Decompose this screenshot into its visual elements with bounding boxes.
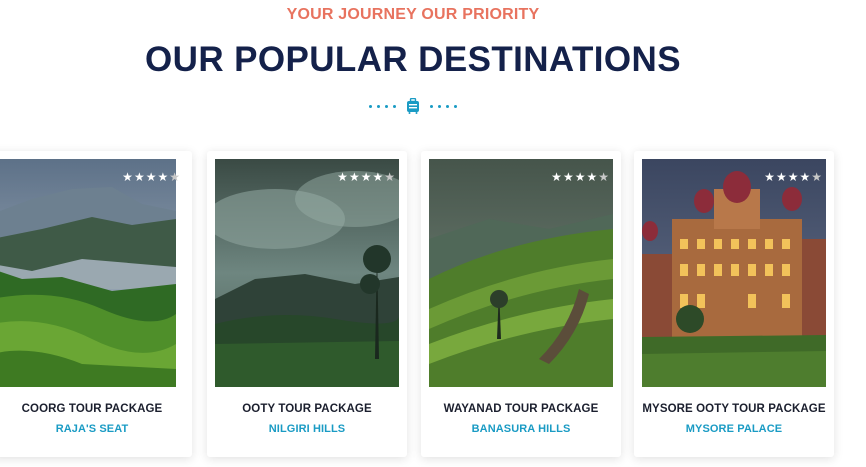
star-empty-icon: ★ [598, 170, 609, 184]
destination-card-wayanad[interactable]: ★ ★ ★ ★ ★ WAYANAD TOUR PACKAGE BANASURA HILL… [421, 151, 621, 457]
star-icon: ★ [372, 170, 384, 184]
star-icon: ★ [145, 170, 157, 184]
destination-photo [642, 159, 826, 387]
destination-card-mysore[interactable]: ★ ★ ★ ★ ★ MYSORE OOTY TOUR PACKAGE MYSORE PA… [634, 151, 834, 457]
star-icon: ★ [764, 170, 775, 184]
star-icon: ★ [122, 170, 133, 184]
rating-stars: ★ ★ ★ ★ ★ [337, 171, 395, 183]
package-name[interactable]: COORG TOUR PACKAGE [0, 403, 192, 415]
star-icon: ★ [157, 170, 169, 184]
title-divider [0, 98, 826, 114]
star-icon: ★ [551, 170, 562, 184]
star-icon: ★ [799, 170, 811, 184]
star-icon: ★ [574, 170, 586, 184]
section-title: OUR POPULAR DESTINATIONS [145, 40, 681, 79]
rating-stars: ★ ★ ★ ★ ★ [551, 171, 609, 183]
divider-dots-right [430, 104, 457, 108]
place-name[interactable]: BANASURA HILLS [421, 423, 621, 435]
star-icon: ★ [586, 170, 598, 184]
star-empty-icon: ★ [811, 170, 822, 184]
star-icon: ★ [775, 170, 787, 184]
luggage-icon [407, 98, 419, 114]
place-name[interactable]: MYSORE PALACE [634, 423, 834, 435]
section-eyebrow: YOUR JOURNEY OUR PRIORITY [286, 6, 540, 23]
star-empty-icon: ★ [169, 170, 180, 184]
package-name[interactable]: WAYANAD TOUR PACKAGE [421, 403, 621, 415]
star-icon: ★ [787, 170, 799, 184]
place-name[interactable]: NILGIRI HILLS [207, 423, 407, 435]
destination-card-coorg[interactable]: ★ ★ ★ ★ ★ COORG TOUR PACKAGE RAJA'S SEAT [0, 151, 192, 457]
star-icon: ★ [562, 170, 574, 184]
star-empty-icon: ★ [384, 170, 395, 184]
destination-card-ooty[interactable]: ★ ★ ★ ★ ★ OOTY TOUR PACKAGE NILGIRI HILLS [207, 151, 407, 457]
rating-stars: ★ ★ ★ ★ ★ [764, 171, 822, 183]
star-icon: ★ [360, 170, 372, 184]
place-name[interactable]: RAJA'S SEAT [0, 423, 192, 435]
package-name[interactable]: MYSORE OOTY TOUR PACKAGE [634, 403, 834, 415]
divider-dots-left [369, 104, 396, 108]
destination-photo [0, 159, 176, 387]
destination-photo [429, 159, 613, 387]
star-icon: ★ [133, 170, 145, 184]
rating-stars: ★ ★ ★ ★ ★ [122, 171, 180, 183]
destination-photo [215, 159, 399, 387]
star-icon: ★ [348, 170, 360, 184]
package-name[interactable]: OOTY TOUR PACKAGE [207, 403, 407, 415]
star-icon: ★ [337, 170, 348, 184]
